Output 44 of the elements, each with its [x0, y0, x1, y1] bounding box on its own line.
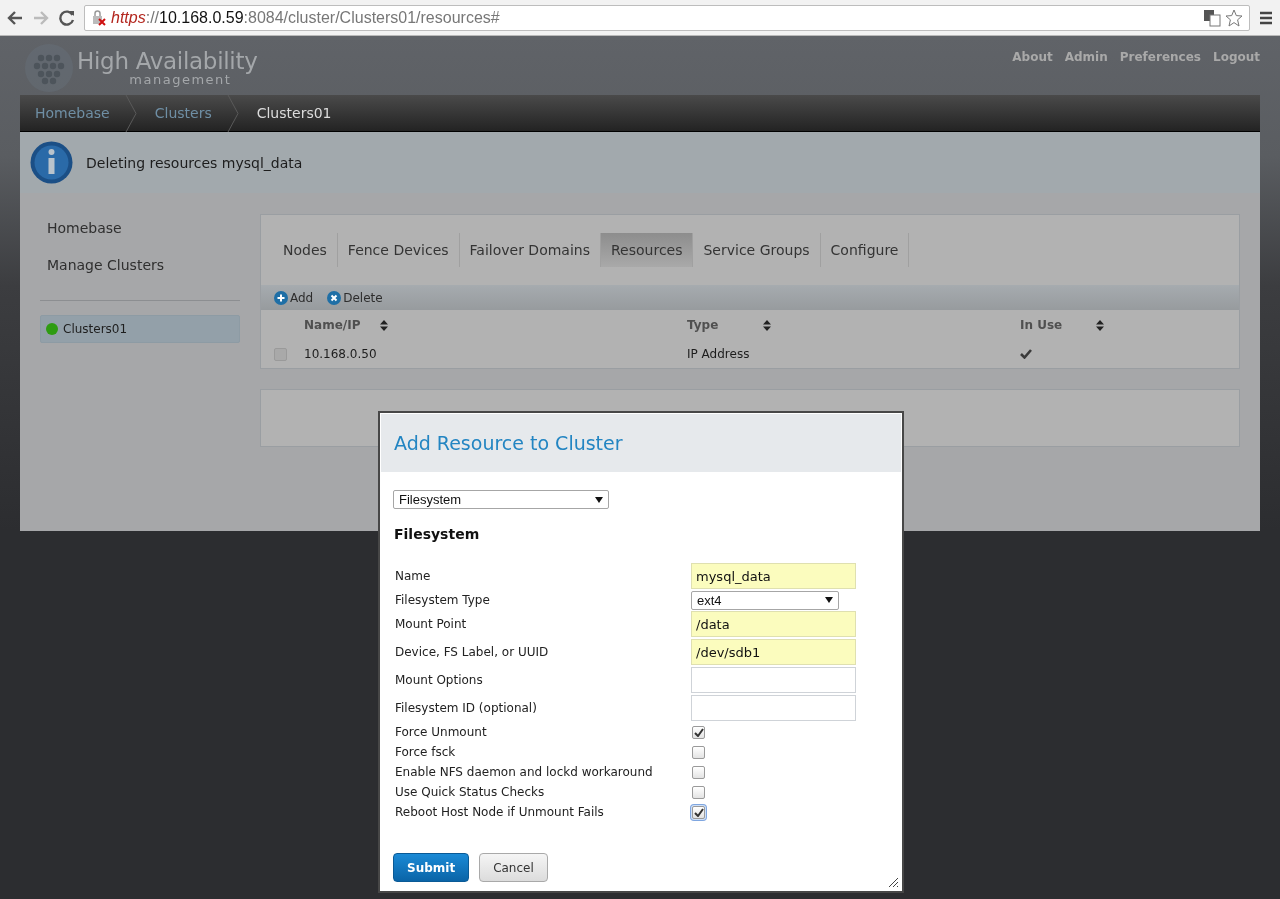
checkbox-label: Reboot Host Node if Unmount Fails	[394, 804, 605, 821]
tab[interactable]: Failover Domains	[459, 233, 601, 267]
cluster-item[interactable]: Clusters01	[40, 315, 240, 343]
checkbox-label: Use Quick Status Checks	[394, 784, 546, 801]
dialog-title: Add Resource to Cluster	[394, 432, 623, 454]
table-cell-text: IP Address	[687, 346, 751, 363]
tab[interactable]: Resources	[601, 233, 694, 267]
cluster-name: Clusters01	[63, 322, 128, 336]
address-bar[interactable]: https://10.168.0.59:8084/cluster/Clusters01/resources#	[84, 4, 1250, 31]
section-heading: Filesystem	[394, 526, 481, 542]
submit-button[interactable]: Submit	[393, 853, 470, 882]
delete-button[interactable]: Delete	[327, 290, 383, 305]
text-field[interactable]: /dev/sdb1	[691, 639, 856, 665]
column-header: Type	[687, 318, 720, 332]
cancel-button[interactable]: Cancel	[479, 853, 548, 882]
notification-message: Deleting resources mysql_data	[86, 154, 303, 171]
text-field[interactable]: /data	[691, 611, 856, 637]
breadcrumb-link[interactable]: Clusters	[154, 95, 227, 131]
sidebar-link[interactable]: Manage Clusters	[40, 251, 240, 279]
breadcrumb-link[interactable]: Clusters01	[256, 95, 347, 131]
checkbox-label: Enable NFS daemon and lockd workaround	[394, 764, 654, 781]
sidebar-link[interactable]: Homebase	[40, 214, 240, 242]
field-label: Mount Point	[394, 616, 468, 633]
column-header: Name/IP	[304, 318, 362, 332]
tab[interactable]: Configure	[820, 233, 910, 267]
column-header: In Use	[1020, 318, 1064, 332]
add-button[interactable]: Add	[274, 290, 314, 305]
field-label: Filesystem Type	[394, 592, 491, 609]
checkbox-label: Force fsck	[394, 744, 457, 761]
logo-subtitle: management	[129, 73, 232, 86]
tab[interactable]: Fence Devices	[337, 233, 460, 267]
field-label: Device, FS Label, or UUID	[394, 644, 550, 661]
field-label: Name	[394, 568, 432, 585]
table-cell-text: 10.168.0.50	[304, 346, 378, 363]
checkbox-label: Force Unmount	[394, 724, 488, 741]
breadcrumb-link[interactable]: Homebase	[35, 95, 125, 131]
text-field[interactable]: mysql_data	[691, 563, 856, 589]
select-field[interactable]: ext4	[691, 590, 839, 610]
tab[interactable]: Nodes	[273, 233, 338, 267]
resource-type-select[interactable]: Filesystem	[393, 490, 609, 509]
field-label: Mount Options	[394, 672, 484, 689]
field-label: Filesystem ID (optional)	[394, 700, 538, 717]
tab[interactable]: Service Groups	[693, 233, 821, 267]
url-text: https://10.168.0.59:8084/cluster/Clusters01/resources#	[111, 8, 501, 27]
